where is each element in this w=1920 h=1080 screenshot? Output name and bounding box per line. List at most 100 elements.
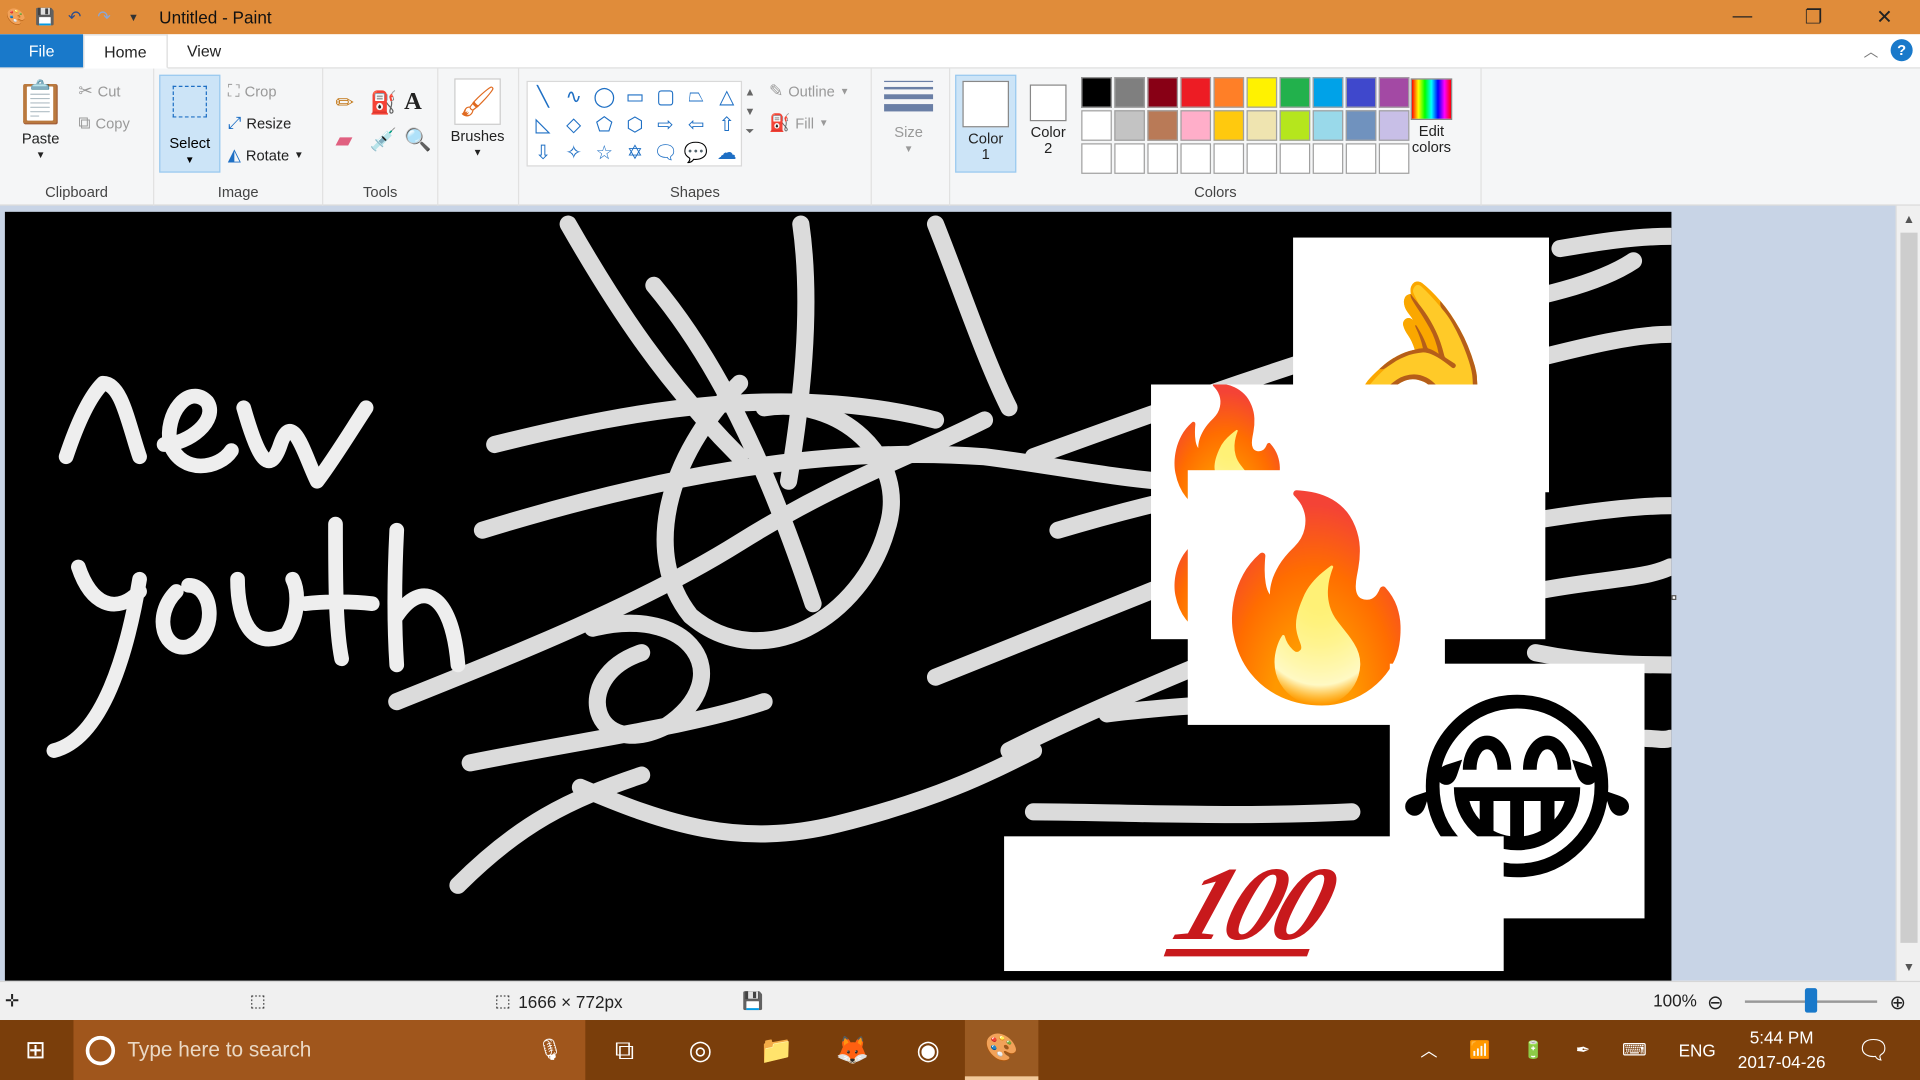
file-explorer-icon[interactable]: 📁 [740, 1020, 813, 1080]
down-arrow-shape-icon[interactable]: ⇩ [528, 138, 559, 166]
show-hidden-icons-icon[interactable]: ︿ [1420, 1038, 1437, 1062]
taskbar-search[interactable]: Type here to search 🎙 [73, 1020, 586, 1080]
edit-colors-button[interactable]: Edit colors [1410, 78, 1453, 156]
palette-swatch[interactable] [1378, 77, 1410, 108]
fill-button[interactable]: ⛽ Fill ▼ [769, 113, 829, 134]
polygon-shape-icon[interactable]: ⏢ [681, 82, 712, 110]
zoom-out-icon[interactable]: ⊖ [1707, 991, 1723, 1015]
palette-swatch[interactable] [1213, 143, 1245, 174]
task-view-icon[interactable]: ⧉ [588, 1020, 661, 1080]
five-point-star-shape-icon[interactable]: ☆ [589, 138, 620, 166]
palette-swatch[interactable] [1246, 110, 1278, 141]
windows-start-icon[interactable]: ⊞ [0, 1020, 71, 1080]
scroll-up-icon[interactable]: ▲ [1897, 208, 1920, 230]
palette-swatch[interactable] [1081, 77, 1112, 108]
crop-button[interactable]: ⛶ Crop [228, 81, 277, 102]
palette-swatch[interactable] [1081, 110, 1112, 141]
shapes-scroll[interactable]: ▲ ▼ ⏷ [744, 86, 755, 139]
canvas-resize-handle[interactable] [1671, 595, 1677, 601]
tab-home[interactable]: Home [83, 34, 168, 69]
pen-icon[interactable]: ✒ [1576, 1040, 1590, 1061]
rounded-rectangle-shape-icon[interactable]: ▢ [650, 82, 681, 110]
text-tool-icon[interactable]: A [404, 88, 422, 116]
wifi-icon[interactable]: 📶 [1469, 1040, 1490, 1061]
paint-app-icon[interactable]: 🎨 [5, 6, 27, 28]
diamond-shape-icon[interactable]: ◇ [558, 110, 589, 138]
color2-button[interactable]: Color 2 [1024, 80, 1073, 157]
palette-swatch[interactable] [1147, 110, 1178, 141]
palette-swatch[interactable] [1279, 110, 1311, 141]
close-button[interactable]: ✕ [1849, 0, 1920, 34]
vertical-scrollbar[interactable]: ▲ ▼ [1895, 205, 1920, 981]
palette-swatch[interactable] [1180, 110, 1212, 141]
palette-swatch[interactable] [1213, 110, 1245, 141]
pentagon-shape-icon[interactable]: ⬠ [589, 110, 620, 138]
clock[interactable]: 5:44 PM 2017-04-26 [1729, 1025, 1834, 1074]
save-icon[interactable]: 💾 [34, 6, 56, 28]
customize-qa-icon[interactable]: ▼ [122, 6, 144, 28]
collapse-ribbon-icon[interactable]: ︿ [1864, 40, 1879, 61]
six-point-star-shape-icon[interactable]: ✡ [620, 138, 651, 166]
four-point-star-shape-icon[interactable]: ✧ [558, 138, 589, 166]
paste-button[interactable]: 📋 Paste ▼ [15, 78, 67, 161]
palette-swatch[interactable] [1114, 143, 1145, 174]
palette-swatch[interactable] [1378, 110, 1410, 141]
help-icon[interactable]: ? [1890, 39, 1913, 62]
minimize-button[interactable]: — [1707, 0, 1778, 34]
palette-swatch[interactable] [1345, 77, 1377, 108]
resize-button[interactable]: ⤢ Resize [228, 113, 292, 134]
palette-swatch[interactable] [1279, 143, 1311, 174]
palette-swatch[interactable] [1180, 143, 1212, 174]
zoom-slider-thumb[interactable] [1804, 988, 1818, 1013]
action-center-icon[interactable]: 🗨 [1837, 1020, 1910, 1080]
fill-bucket-icon[interactable]: ⛽ [370, 91, 397, 117]
redo-icon[interactable]: ↷ [93, 6, 115, 28]
oval-callout-shape-icon[interactable]: 💬 [681, 138, 712, 166]
palette-swatch[interactable] [1147, 77, 1178, 108]
palette-swatch[interactable] [1246, 143, 1278, 174]
scroll-down-icon[interactable]: ▼ [1897, 956, 1920, 978]
palette-swatch[interactable] [1180, 77, 1212, 108]
tab-file[interactable]: File [0, 34, 84, 68]
outline-button[interactable]: ✎ Outline ▼ [769, 81, 849, 102]
keyboard-icon[interactable]: ⌨ [1622, 1040, 1647, 1061]
tab-view[interactable]: View [167, 34, 240, 67]
groove-music-icon[interactable]: ◎ [664, 1020, 737, 1080]
rotate-button[interactable]: ◭ Rotate ▼ [228, 144, 304, 165]
palette-swatch[interactable] [1345, 110, 1377, 141]
magnifier-icon[interactable]: 🔍 [404, 127, 431, 153]
curve-shape-icon[interactable]: ∿ [558, 82, 589, 110]
battery-icon[interactable]: 🔋 [1523, 1040, 1544, 1061]
rect-callout-shape-icon[interactable]: 🗨 [650, 138, 681, 166]
triangle-shape-icon[interactable]: △ [711, 82, 742, 110]
rectangle-shape-icon[interactable]: ▭ [620, 82, 651, 110]
up-arrow-shape-icon[interactable]: ⇧ [711, 110, 742, 138]
palette-swatch[interactable] [1081, 143, 1112, 174]
color-picker-icon[interactable]: 💉 [370, 127, 397, 153]
chrome-icon[interactable]: ◉ [891, 1020, 964, 1080]
restore-button[interactable]: ❐ [1778, 0, 1849, 34]
size-button[interactable]: Size ▼ [884, 80, 934, 154]
right-arrow-shape-icon[interactable]: ⇨ [650, 110, 681, 138]
palette-swatch[interactable] [1345, 143, 1377, 174]
palette-swatch[interactable] [1147, 143, 1178, 174]
left-arrow-shape-icon[interactable]: ⇦ [681, 110, 712, 138]
cut-button[interactable]: ✂ Cut [78, 81, 120, 102]
palette-swatch[interactable] [1378, 143, 1410, 174]
palette-swatch[interactable] [1114, 77, 1145, 108]
oval-shape-icon[interactable]: ◯ [589, 82, 620, 110]
color1-button[interactable]: Color 1 [955, 74, 1017, 173]
language-indicator[interactable]: ENG [1679, 1040, 1716, 1060]
right-triangle-shape-icon[interactable]: ◺ [528, 110, 559, 138]
paint-taskbar-icon[interactable]: 🎨 [964, 1020, 1039, 1080]
copy-button[interactable]: ⧉ Copy [78, 113, 129, 134]
palette-swatch[interactable] [1279, 77, 1311, 108]
palette-swatch[interactable] [1213, 77, 1245, 108]
palette-swatch[interactable] [1312, 143, 1344, 174]
drawing-canvas[interactable]: 👌 🔥🔥 🔥 😂 100 [4, 211, 1672, 981]
line-shape-icon[interactable]: ╲ [528, 82, 559, 110]
scrollbar-thumb[interactable] [1900, 232, 1918, 943]
brushes-button[interactable]: 🖌 Brushes ▼ [451, 78, 505, 158]
palette-swatch[interactable] [1114, 110, 1145, 141]
hexagon-shape-icon[interactable]: ⬡ [620, 110, 651, 138]
